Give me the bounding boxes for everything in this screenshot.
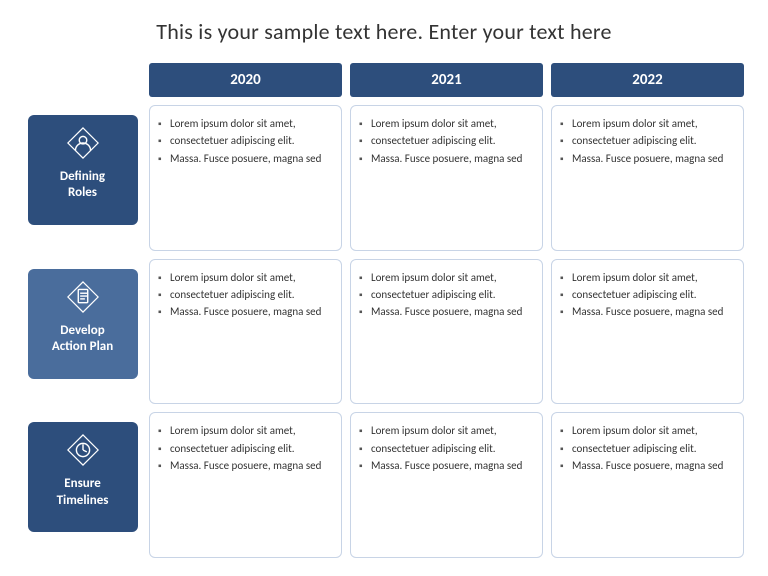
label-box-defining-roles: Defining Roles xyxy=(28,115,138,225)
cell-defining-roles-2020: Lorem ipsum dolor sit amet, consectetuer… xyxy=(149,105,342,251)
label-text-develop-action-plan: Develop Action Plan xyxy=(52,323,113,356)
cell-develop-action-plan-2022: Lorem ipsum dolor sit amet, consectetuer… xyxy=(551,259,744,405)
label-text-defining-roles: Defining Roles xyxy=(60,169,105,202)
cell-ensure-timelines-2020: Lorem ipsum dolor sit amet, consectetuer… xyxy=(149,412,342,558)
cell-ensure-timelines-2022: Lorem ipsum dolor sit amet, consectetuer… xyxy=(551,412,744,558)
year-header-2022: 2022 xyxy=(551,63,744,97)
row-label-defining-roles: Defining Roles xyxy=(20,101,145,255)
label-box-develop-action-plan: Develop Action Plan xyxy=(28,269,138,379)
cell-develop-action-plan-2021: Lorem ipsum dolor sit amet, consectetuer… xyxy=(350,259,543,405)
document-icon xyxy=(65,279,101,315)
label-box-ensure-timelines: Ensure Timelines xyxy=(28,422,138,532)
row-label-develop-action-plan: Develop Action Plan xyxy=(20,255,145,409)
year-header-2021: 2021 xyxy=(350,63,543,97)
corner-cell xyxy=(20,63,145,101)
cell-defining-roles-2021: Lorem ipsum dolor sit amet, consectetuer… xyxy=(350,105,543,251)
cell-ensure-timelines-2021: Lorem ipsum dolor sit amet, consectetuer… xyxy=(350,412,543,558)
label-text-ensure-timelines: Ensure Timelines xyxy=(57,476,109,509)
cell-defining-roles-2022: Lorem ipsum dolor sit amet, consectetuer… xyxy=(551,105,744,251)
row-label-ensure-timelines: Ensure Timelines xyxy=(20,408,145,562)
cell-develop-action-plan-2020: Lorem ipsum dolor sit amet, consectetuer… xyxy=(149,259,342,405)
page-title: This is your sample text here. Enter you… xyxy=(20,18,748,45)
year-header-2020: 2020 xyxy=(149,63,342,97)
people-icon xyxy=(65,125,101,161)
clock-icon xyxy=(65,432,101,468)
main-grid: 2020 2021 2022 Defining Roles Lorem ipsu… xyxy=(20,63,748,562)
